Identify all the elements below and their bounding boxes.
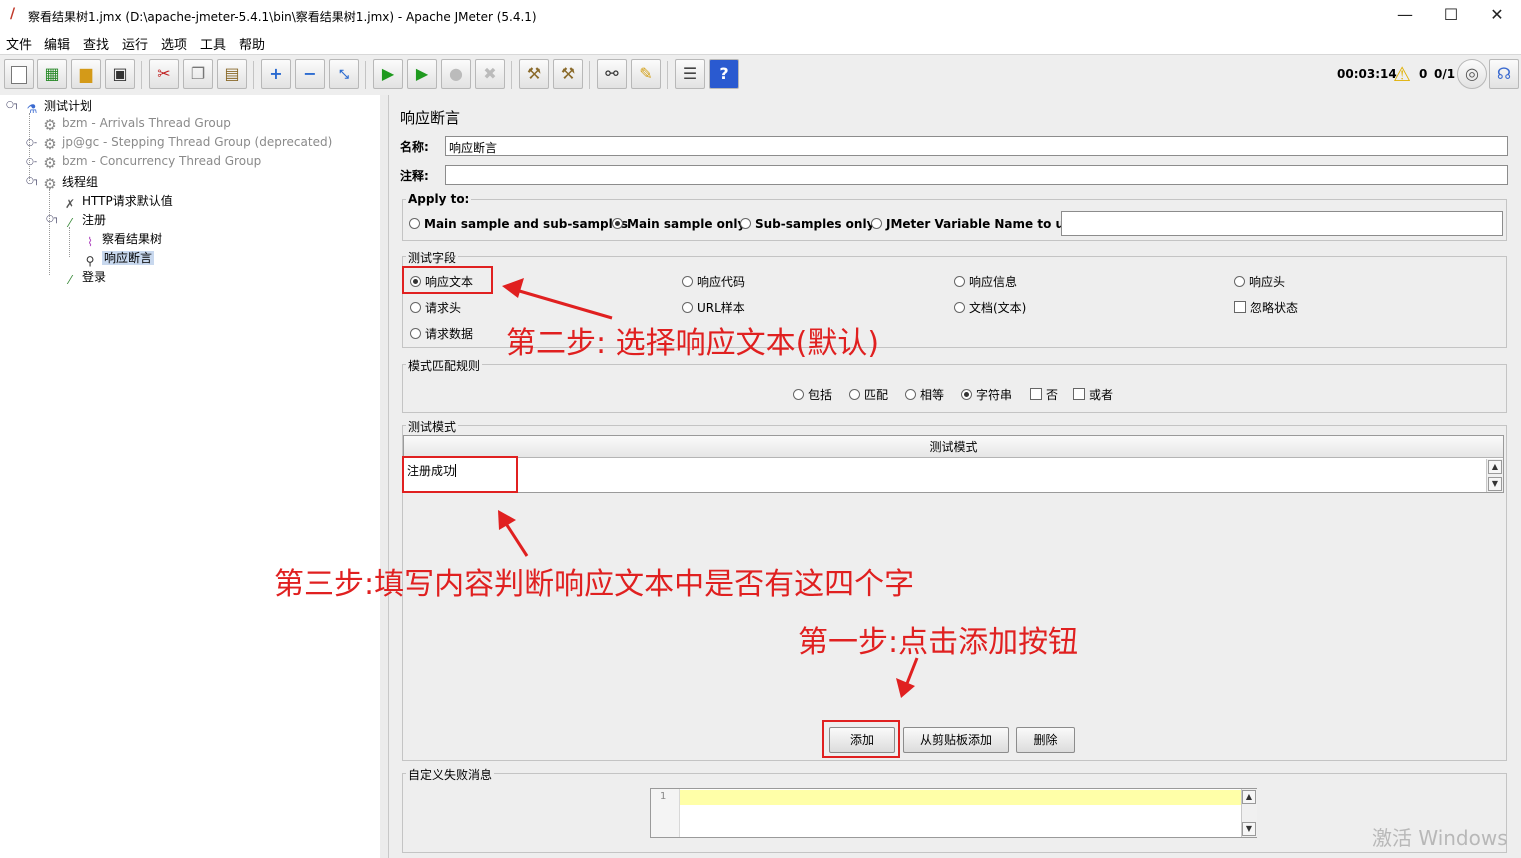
arrow-step2 — [502, 278, 613, 320]
activate-windows-watermark: 激活 Windows — [1372, 826, 1508, 850]
annotation-arrows — [498, 278, 919, 698]
arrow-step1 — [896, 657, 919, 698]
arrow-step3 — [498, 510, 529, 557]
